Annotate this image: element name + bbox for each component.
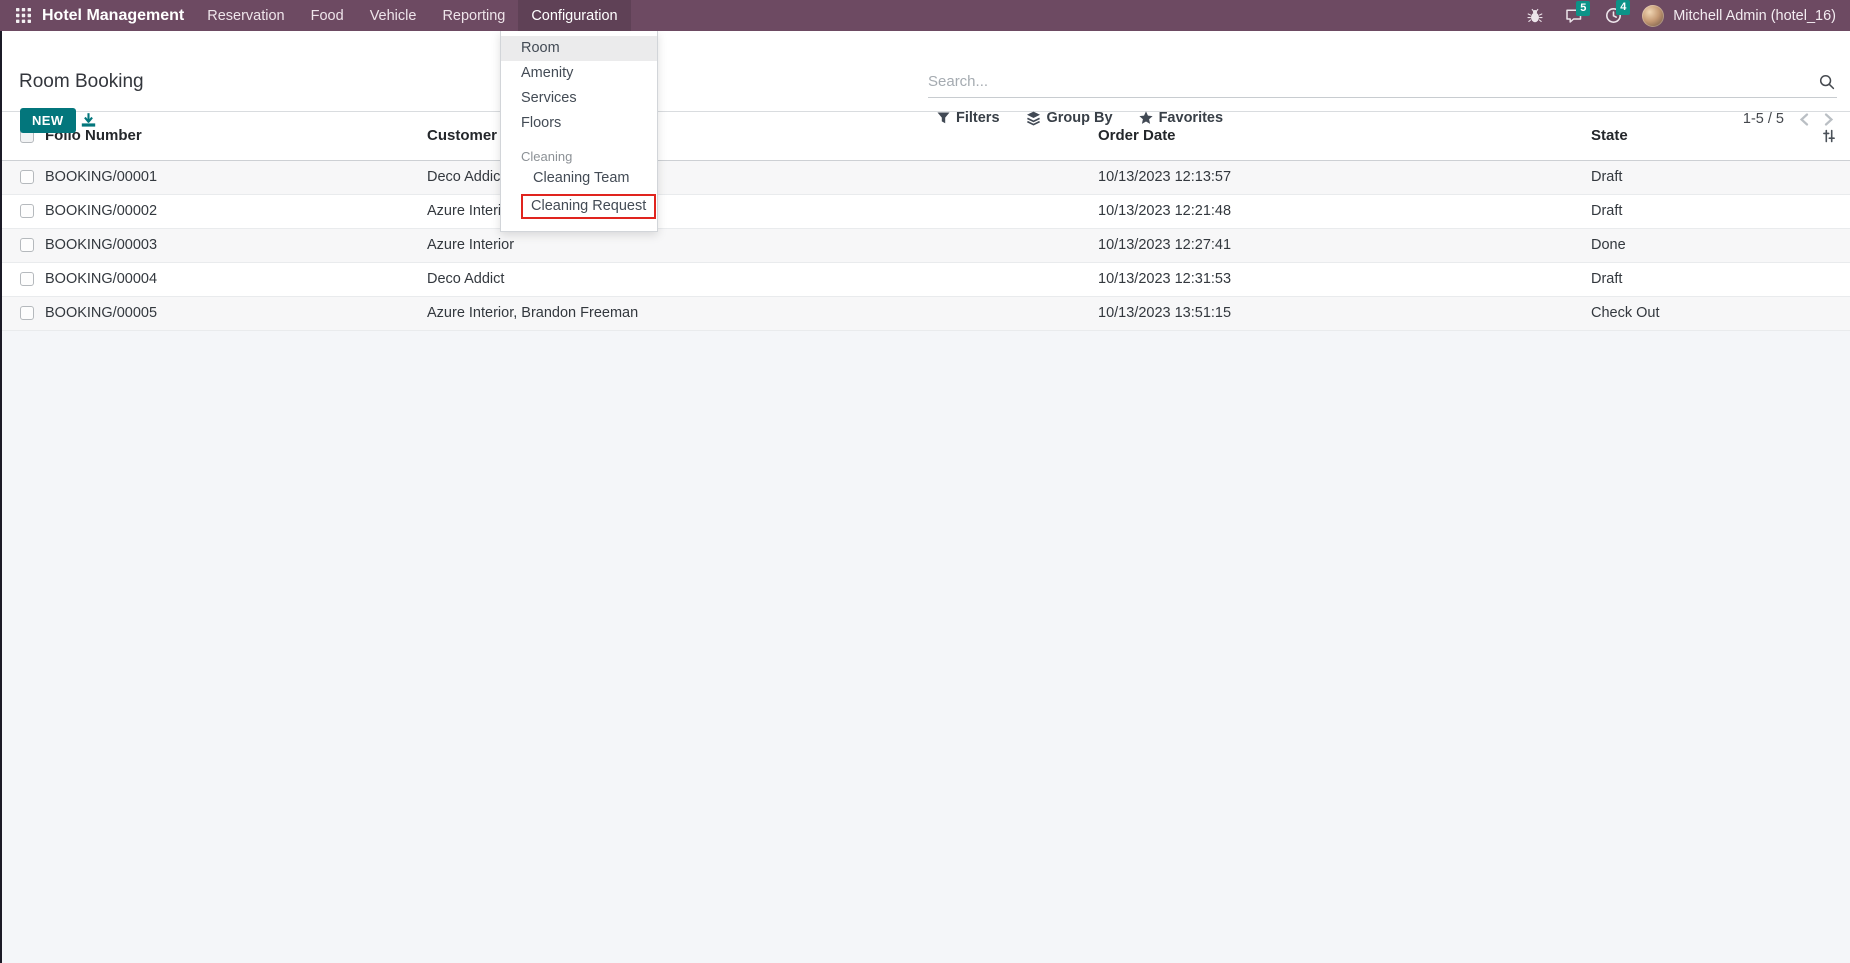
search-bar — [928, 66, 1837, 98]
cell-order-date[interactable]: 10/13/2023 12:21:48 — [1098, 193, 1591, 228]
cell-order-date[interactable]: 10/13/2023 12:27:41 — [1098, 227, 1591, 262]
dropdown-item-services[interactable]: Services — [501, 86, 657, 111]
bug-icon[interactable] — [1527, 8, 1543, 24]
filter-funnel-icon — [937, 112, 950, 124]
nav-item-reporting[interactable]: Reporting — [429, 0, 518, 31]
cell-state[interactable]: Check Out — [1591, 295, 1850, 331]
dropdown-item-cleaning-request-wrapper: Cleaning Request — [501, 194, 657, 219]
nav-item-food[interactable]: Food — [298, 0, 357, 31]
main-menu: Reservation Food Vehicle Reporting Confi… — [194, 0, 631, 31]
dropdown-item-cleaning-request[interactable]: Cleaning Request — [521, 194, 657, 219]
row-select-cell — [0, 295, 45, 331]
activities-count-badge: 4 — [1616, 0, 1631, 15]
favorites-star-icon — [1138, 111, 1153, 124]
cell-folio[interactable]: BOOKING/00004 — [45, 261, 427, 296]
row-checkbox[interactable] — [20, 238, 34, 253]
cell-state[interactable]: Draft — [1591, 193, 1850, 228]
cell-customer[interactable]: Azure Interior — [427, 227, 1098, 262]
search-icon[interactable] — [1819, 74, 1835, 90]
apps-grid-icon[interactable] — [10, 0, 36, 31]
favorites-button[interactable]: Favorites — [1138, 110, 1223, 126]
row-checkbox[interactable] — [20, 306, 34, 321]
new-button[interactable]: NEW — [20, 108, 76, 133]
control-panel: Room Booking NEW Filters — [0, 31, 1850, 133]
dropdown-section-cleaning: Cleaning — [521, 149, 573, 164]
pager-previous-button[interactable] — [1799, 112, 1809, 126]
cell-state[interactable]: Draft — [1591, 159, 1850, 194]
dropdown-item-room[interactable]: Room — [501, 36, 657, 61]
activities-clock-icon[interactable]: 4 — [1605, 0, 1631, 24]
nav-item-reservation[interactable]: Reservation — [194, 0, 297, 31]
page-title: Room Booking — [19, 71, 144, 92]
room-booking-table: Folio Number Customer Order Date State B… — [0, 112, 1850, 331]
row-select-cell — [0, 159, 45, 194]
column-settings-icon[interactable] — [1822, 129, 1836, 143]
row-select-cell — [0, 261, 45, 296]
cell-order-date[interactable]: 10/13/2023 13:51:15 — [1098, 295, 1591, 331]
odoo-screen: Hotel Management Reservation Food Vehicl… — [0, 0, 1850, 963]
cell-state[interactable]: Draft — [1591, 261, 1850, 296]
configuration-dropdown: Room Amenity Services Floors Cleaning Cl… — [500, 31, 658, 232]
header-folio-number[interactable]: Folio Number — [45, 112, 427, 161]
systray: 5 4 Mitchell Admin (hotel_16) — [1505, 0, 1842, 31]
table-row[interactable]: BOOKING/00001 Deco Addict 10/13/2023 12:… — [0, 159, 1850, 194]
app-name[interactable]: Hotel Management — [42, 7, 184, 25]
cell-folio[interactable]: BOOKING/00001 — [45, 159, 427, 194]
table-header-row: Folio Number Customer Order Date State — [0, 112, 1850, 161]
row-checkbox[interactable] — [20, 272, 34, 287]
table-row[interactable]: BOOKING/00002 Azure Interior 10/13/2023 … — [0, 193, 1850, 228]
cell-folio[interactable]: BOOKING/00005 — [45, 295, 427, 331]
cell-folio[interactable]: BOOKING/00002 — [45, 193, 427, 228]
cell-customer[interactable]: Deco Addict — [427, 261, 1098, 296]
messages-count-badge: 5 — [1576, 0, 1591, 16]
top-navbar: Hotel Management Reservation Food Vehicl… — [0, 0, 1850, 31]
cell-state[interactable]: Done — [1591, 227, 1850, 262]
nav-item-configuration[interactable]: Configuration — [518, 0, 631, 31]
user-name[interactable]: Mitchell Admin (hotel_16) — [1673, 8, 1836, 24]
row-checkbox[interactable] — [20, 204, 34, 219]
pager-range: 1-5 / 5 — [1742, 111, 1784, 127]
download-icon[interactable] — [80, 112, 97, 129]
search-options-row: Filters Group By Favorites — [937, 110, 1223, 126]
dropdown-item-cleaning-team[interactable]: Cleaning Team — [501, 166, 657, 191]
row-select-cell — [0, 193, 45, 228]
cell-folio[interactable]: BOOKING/00003 — [45, 227, 427, 262]
dropdown-item-floors[interactable]: Floors — [501, 111, 657, 136]
user-avatar[interactable] — [1642, 4, 1665, 27]
table-row[interactable]: BOOKING/00005 Azure Interior, Brandon Fr… — [0, 295, 1850, 331]
cell-customer[interactable]: Azure Interior, Brandon Freeman — [427, 295, 1098, 331]
row-checkbox[interactable] — [20, 170, 34, 185]
nav-item-vehicle[interactable]: Vehicle — [357, 0, 430, 31]
messages-icon[interactable]: 5 — [1565, 0, 1591, 24]
window-edge-line — [0, 31, 2, 963]
pager: 1-5 / 5 — [1743, 111, 1834, 127]
search-input[interactable] — [928, 66, 1807, 97]
dropdown-item-amenity[interactable]: Amenity — [501, 61, 657, 86]
row-select-cell — [0, 227, 45, 262]
cell-order-date[interactable]: 10/13/2023 12:31:53 — [1098, 261, 1591, 296]
group-by-layers-icon — [1026, 111, 1040, 125]
group-by-button[interactable]: Group By — [1026, 110, 1113, 126]
table-row[interactable]: BOOKING/00004 Deco Addict 10/13/2023 12:… — [0, 261, 1850, 296]
pager-next-button[interactable] — [1824, 112, 1834, 126]
filters-button[interactable]: Filters — [937, 110, 1000, 126]
table-row[interactable]: BOOKING/00003 Azure Interior 10/13/2023 … — [0, 227, 1850, 262]
cell-order-date[interactable]: 10/13/2023 12:13:57 — [1098, 159, 1591, 194]
